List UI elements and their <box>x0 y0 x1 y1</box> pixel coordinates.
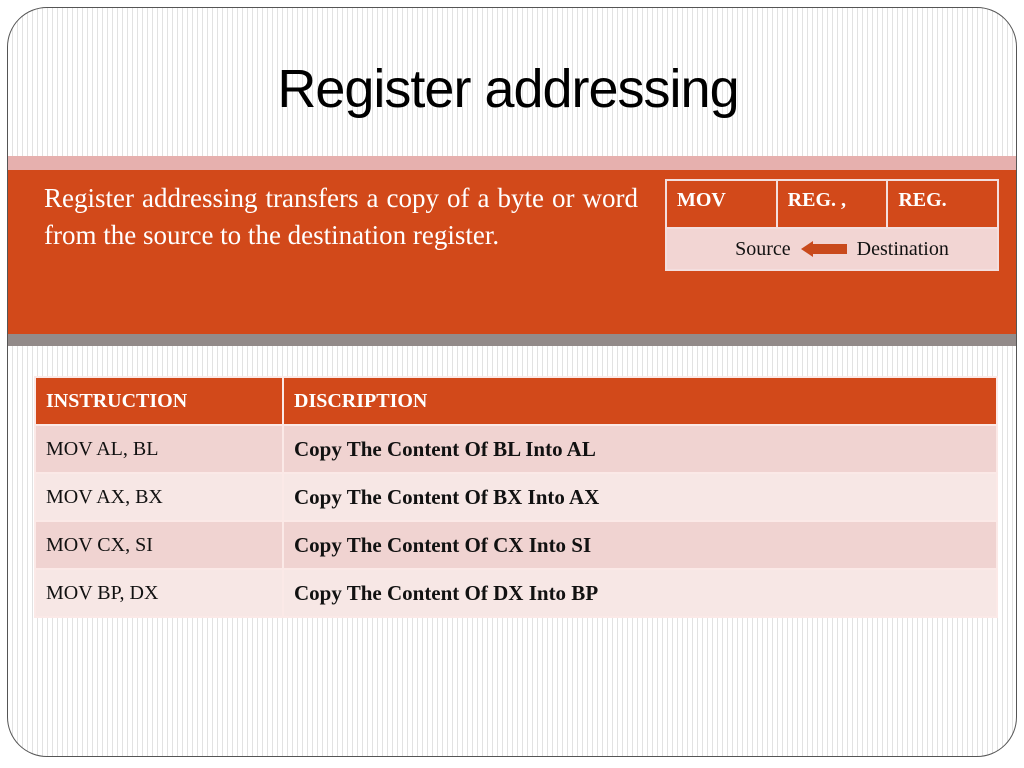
syntax-cell-src-reg: REG. <box>888 181 998 227</box>
accent-band-light <box>8 156 1016 170</box>
description-cell: Copy The Content Of DX Into BP <box>282 568 998 618</box>
syntax-box: MOV REG. , REG. Source Destination <box>665 179 999 271</box>
slide: Register addressing Register addressing … <box>7 7 1017 757</box>
description-cell: Copy The Content Of BX Into AX <box>282 472 998 522</box>
instruction-table: INSTRUCTION DISCRIPTION MOV AL, BL Copy … <box>34 376 998 618</box>
description-cell: Copy The Content Of CX Into SI <box>282 520 998 570</box>
table-row: MOV AL, BL Copy The Content Of BL Into A… <box>34 424 998 474</box>
table-row: MOV BP, DX Copy The Content Of DX Into B… <box>34 568 998 618</box>
syntax-cell-dest-reg: REG. , <box>777 181 889 227</box>
table-header-row: INSTRUCTION DISCRIPTION <box>34 376 998 426</box>
syntax-header: MOV REG. , REG. <box>667 181 998 227</box>
header-description: DISCRIPTION <box>282 376 998 426</box>
intro-text: Register addressing transfers a copy of … <box>44 183 638 250</box>
slide-title: Register addressing <box>277 59 739 119</box>
header-instruction: INSTRUCTION <box>34 376 284 426</box>
destination-label: Destination <box>856 237 949 260</box>
syntax-cell-opcode: MOV <box>667 181 778 227</box>
source-label: Source <box>735 237 791 260</box>
table-row: MOV AX, BX Copy The Content Of BX Into A… <box>34 472 998 522</box>
instruction-cell: MOV AX, BX <box>34 472 284 522</box>
left-arrow-icon <box>800 241 847 257</box>
accent-band-gray <box>8 334 1016 346</box>
instruction-cell: MOV AL, BL <box>34 424 284 474</box>
description-cell: Copy The Content Of BL Into AL <box>282 424 998 474</box>
instruction-cell: MOV CX, SI <box>34 520 284 570</box>
table-row: MOV CX, SI Copy The Content Of CX Into S… <box>34 520 998 570</box>
instruction-cell: MOV BP, DX <box>34 568 284 618</box>
syntax-direction-row: Source Destination <box>667 227 997 269</box>
